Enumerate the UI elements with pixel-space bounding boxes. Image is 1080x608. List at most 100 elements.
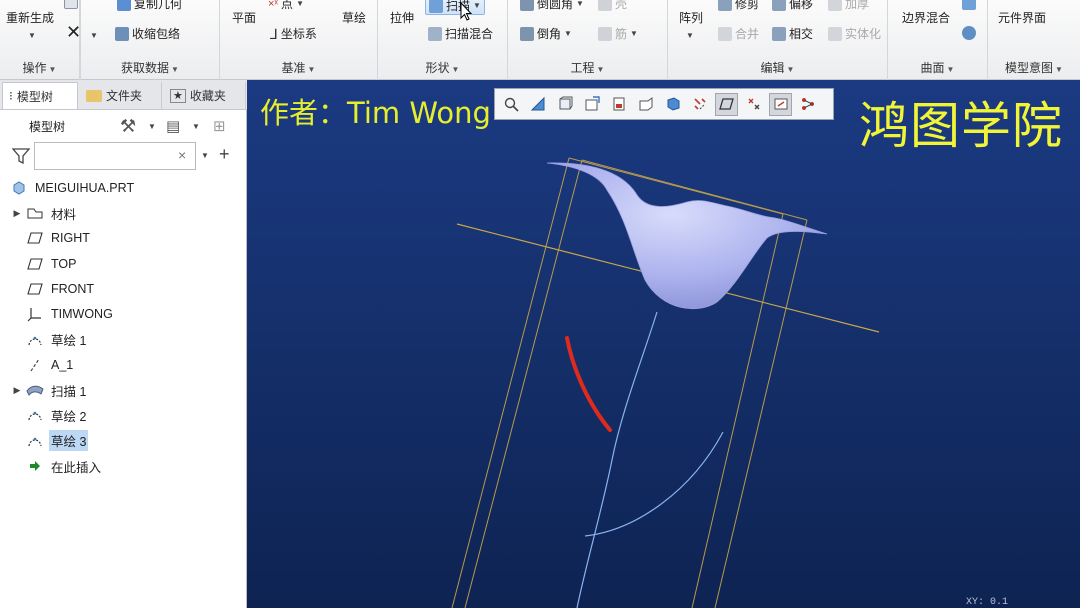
group-shapes: 拉伸 扫描 ▼ 扫描混合 形状 ▼: [378, 0, 508, 80]
tab-folder[interactable]: 文件夹: [80, 82, 162, 109]
rib-button[interactable]: 筋 ▼: [598, 26, 638, 42]
tree-header: 模型树: [29, 119, 66, 134]
group-label-operations[interactable]: 操作 ▼: [0, 60, 79, 76]
boundary-blend-button[interactable]: 边界混合: [902, 10, 950, 26]
folder-icon: [86, 89, 102, 102]
tree-item[interactable]: A_1: [14, 354, 75, 376]
intersect-button[interactable]: 相交: [772, 26, 813, 42]
add-icon[interactable]: +: [219, 144, 230, 165]
saved-views-icon[interactable]: [607, 93, 630, 116]
group-label-surfaces[interactable]: 曲面 ▼: [888, 60, 987, 76]
tree-item[interactable]: ▶ 材料: [14, 202, 78, 224]
pattern-dropdown[interactable]: ▼: [686, 28, 694, 44]
tree-item-label: 在此插入: [51, 460, 102, 475]
tree-item[interactable]: 草绘 3: [14, 430, 89, 452]
chamfer-button[interactable]: 倒角 ▼: [520, 26, 572, 42]
tree-root[interactable]: MEIGUIHUA.PRT: [10, 177, 136, 199]
swept-blend-icon: [428, 27, 442, 41]
tree-item[interactable]: ▶ 扫描 1: [14, 379, 88, 401]
regenerate-dropdown[interactable]: ▼: [28, 28, 36, 44]
show-dropdown[interactable]: ▼: [192, 122, 200, 131]
pattern-button[interactable]: 阵列: [679, 10, 703, 26]
point-button[interactable]: ×ˣ 点 ▼: [268, 0, 304, 12]
panel-tabs: ⁝ 模型树 文件夹 ★ 收藏夹: [0, 80, 247, 110]
copy-geometry-button[interactable]: 复制几何: [117, 0, 182, 12]
regenerate-button[interactable]: 重新生成: [6, 10, 54, 26]
sketch-icon: [26, 408, 44, 422]
expand-arrow-icon[interactable]: ▶: [8, 208, 26, 219]
sketch-icon: [26, 333, 44, 347]
plane-display-icon[interactable]: [715, 92, 738, 116]
swept-blend-button[interactable]: 扫描混合: [428, 26, 493, 42]
clear-search-icon[interactable]: ×: [178, 147, 186, 163]
trim-button[interactable]: 修剪: [718, 0, 759, 12]
tab-favorites[interactable]: ★ 收藏夹: [164, 82, 246, 109]
datum-plane-icon: [26, 257, 44, 271]
tree-item-label: TOP: [51, 256, 77, 271]
plane-button[interactable]: 平面: [232, 10, 256, 26]
component-interface-button[interactable]: 元件界面: [998, 10, 1046, 26]
display-style-icon[interactable]: [688, 93, 711, 116]
tree-item[interactable]: FRONT: [14, 278, 96, 300]
rib-icon: [598, 27, 612, 41]
tree-item-label: 草绘 2: [51, 409, 87, 424]
zoom-in-icon[interactable]: [526, 93, 549, 116]
tree-item[interactable]: TIMWONG: [14, 303, 115, 325]
surface-tool-icon[interactable]: [962, 0, 976, 10]
thicken-icon: [828, 0, 842, 11]
thicken-button[interactable]: 加厚: [828, 0, 869, 12]
coordinate-system-button[interactable]: ⅃ 坐标系: [270, 26, 317, 42]
tab-model-tree[interactable]: ⁝ 模型树: [2, 82, 78, 109]
group-label-engineering[interactable]: 工程 ▼: [508, 60, 667, 76]
tree-item[interactable]: 草绘 2: [14, 404, 88, 426]
repaint-icon[interactable]: [580, 93, 603, 116]
group-label-model-intent[interactable]: 模型意图 ▼: [988, 60, 1080, 76]
tree-item[interactable]: 在此插入: [14, 455, 103, 477]
group-label-editing[interactable]: 编辑 ▼: [668, 60, 887, 76]
graphics-viewport[interactable]: 作者：Tim Wong 鸿图学院 XY: 0.1: [247, 80, 1080, 608]
sketch-3-curve: [565, 336, 612, 432]
merge-button[interactable]: 合并: [718, 26, 759, 42]
annotation-display-icon[interactable]: [796, 93, 819, 116]
show-icon[interactable]: ▤: [166, 117, 180, 135]
tree-filter-icon[interactable]: ⊞: [213, 117, 226, 135]
expand-arrow-icon[interactable]: ▶: [8, 385, 26, 396]
sweep-button[interactable]: 扫描 ▼: [425, 0, 485, 15]
chamfer-icon: [520, 27, 534, 41]
group-engineering: 倒圆角 ▼ 壳 倒角 ▼ 筋 ▼ 工程 ▼: [508, 0, 668, 80]
filter-icon[interactable]: [12, 148, 30, 164]
tree-item[interactable]: RIGHT: [14, 227, 92, 249]
delete-icon[interactable]: ✕: [66, 23, 81, 41]
view-manager-icon[interactable]: [634, 93, 657, 116]
refit-icon[interactable]: [499, 93, 522, 116]
solidify-button[interactable]: 实体化: [828, 26, 881, 42]
offset-button[interactable]: 偏移: [772, 0, 813, 12]
tree-item[interactable]: TOP: [14, 253, 78, 275]
csys-display-icon[interactable]: [769, 92, 792, 116]
group-label-datum[interactable]: 基准 ▼: [220, 60, 377, 76]
sketch-icon: [26, 434, 44, 448]
shrinkwrap-icon: [115, 27, 129, 41]
zoom-out-icon[interactable]: [553, 93, 576, 116]
round-button[interactable]: 倒圆角 ▼: [520, 0, 584, 12]
freestyle-icon[interactable]: [962, 26, 976, 40]
group-label-shapes[interactable]: 形状 ▼: [378, 60, 507, 76]
tree-toolbar: 模型树 ⚒ ▼ ▤ ▼ ⊞: [0, 110, 247, 142]
group-label-get-data[interactable]: 获取数据 ▼: [81, 60, 219, 76]
copy-icon[interactable]: [64, 0, 78, 9]
sketch-button[interactable]: 草绘: [342, 10, 366, 26]
shell-button[interactable]: 壳: [598, 0, 627, 12]
perspective-icon[interactable]: [661, 93, 684, 116]
search-input[interactable]: [34, 142, 196, 170]
settings-dropdown[interactable]: ▼: [148, 122, 156, 131]
group-operations: 重新生成 ▼ ✕ ▼ 操作 ▼: [0, 0, 98, 80]
point-display-icon[interactable]: [742, 93, 765, 116]
extrude-button[interactable]: 拉伸: [390, 10, 414, 26]
settings-icon[interactable]: ⚒: [120, 116, 136, 137]
solidify-icon: [828, 27, 842, 41]
model-canvas[interactable]: [247, 80, 1080, 608]
brand-watermark: 鸿图学院: [859, 97, 1063, 155]
shrinkwrap-button[interactable]: 收缩包络: [115, 26, 180, 42]
search-dropdown[interactable]: ▼: [201, 151, 209, 160]
tree-item[interactable]: 草绘 1: [14, 329, 88, 351]
